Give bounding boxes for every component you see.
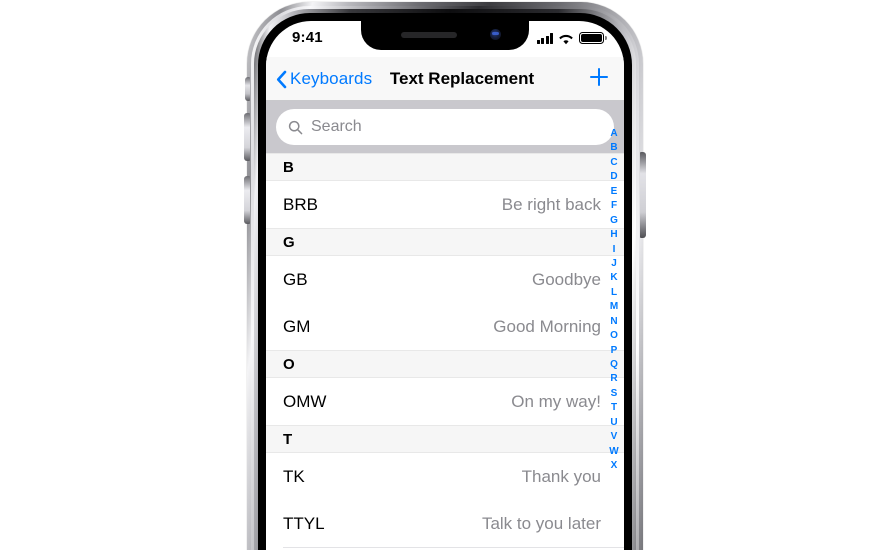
index-letter[interactable]: U (610, 416, 617, 430)
index-letter[interactable]: E (611, 185, 618, 199)
search-input[interactable]: Search (276, 109, 614, 145)
alphabet-index-strip[interactable]: ABCDEFGHIJKLMNOPQRSTUVWX (606, 127, 622, 474)
table-row[interactable]: GM Good Morning (266, 303, 624, 350)
volume-up-button[interactable] (244, 176, 250, 224)
status-bar-time: 9:41 (292, 29, 323, 46)
section-header: G (266, 228, 624, 256)
row-separator (283, 547, 624, 548)
index-letter[interactable]: W (609, 445, 618, 459)
mute-switch[interactable] (245, 77, 250, 101)
index-letter[interactable]: T (611, 401, 617, 415)
navigation-bar: Keyboards Text Replacement (266, 57, 624, 101)
side-button[interactable] (640, 152, 646, 238)
index-letter[interactable]: X (611, 459, 618, 473)
index-letter[interactable]: L (611, 286, 617, 300)
index-letter[interactable]: S (611, 387, 618, 401)
section-header: O (266, 350, 624, 378)
index-letter[interactable]: C (610, 156, 617, 170)
status-bar-indicators (536, 32, 607, 45)
index-letter[interactable]: K (610, 271, 617, 285)
index-letter[interactable]: O (610, 329, 618, 343)
plus-icon (588, 66, 610, 93)
row-phrase: Be right back (501, 194, 601, 214)
index-letter[interactable]: F (611, 199, 617, 213)
text-replacement-list[interactable]: B BRB Be right back G GB Goodbye GM Good Mornin… (266, 153, 624, 550)
search-icon (288, 120, 303, 135)
row-shortcut: TK (283, 466, 305, 486)
table-row[interactable]: TTYL Talk to you later (266, 500, 624, 547)
index-letter[interactable]: R (610, 372, 617, 386)
row-phrase: Goodbye (532, 269, 601, 289)
battery-full-icon (579, 32, 607, 44)
page-title: Text Replacement (389, 69, 535, 88)
earpiece-speaker-icon (401, 32, 457, 38)
row-shortcut: GM (283, 316, 311, 336)
index-letter[interactable]: A (610, 127, 617, 141)
row-phrase: Thank you (521, 466, 601, 486)
index-letter[interactable]: Q (610, 358, 618, 372)
search-placeholder: Search (311, 118, 362, 135)
table-row[interactable]: BRB Be right back (266, 181, 624, 228)
display-notch (361, 21, 529, 50)
table-row[interactable]: GB Goodbye (266, 256, 624, 303)
volume-down-button[interactable] (244, 113, 250, 161)
section-header: B (266, 153, 624, 181)
row-shortcut: BRB (283, 194, 318, 214)
index-letter[interactable]: V (611, 430, 618, 444)
search-bar-container: Search (266, 101, 624, 153)
phone-screen: 9:41 Keyboards Text Replacement Search B… (266, 21, 624, 550)
section-header: T (266, 425, 624, 453)
add-text-replacement-button[interactable] (588, 57, 610, 101)
index-letter[interactable]: M (610, 300, 618, 314)
index-letter[interactable]: J (611, 257, 617, 271)
row-shortcut: GB (283, 269, 308, 289)
screenshot-canvas: 9:41 Keyboards Text Replacement Search B… (0, 0, 890, 550)
cellular-signal-icon (536, 33, 553, 44)
table-row[interactable]: OMW On my way! (266, 378, 624, 425)
index-letter[interactable]: B (610, 141, 617, 155)
front-camera-icon (490, 29, 501, 40)
index-letter[interactable]: N (610, 315, 617, 329)
row-phrase: On my way! (511, 391, 601, 411)
row-phrase: Good Morning (493, 316, 601, 336)
index-letter[interactable]: I (613, 243, 616, 257)
index-letter[interactable]: P (611, 344, 618, 358)
index-letter[interactable]: H (610, 228, 617, 242)
index-letter[interactable]: D (610, 170, 617, 184)
table-row[interactable]: TK Thank you (266, 453, 624, 500)
row-shortcut: OMW (283, 391, 327, 411)
row-phrase: Talk to you later (481, 513, 601, 533)
wifi-icon (558, 32, 574, 45)
row-shortcut: TTYL (283, 513, 325, 533)
index-letter[interactable]: G (610, 214, 618, 228)
